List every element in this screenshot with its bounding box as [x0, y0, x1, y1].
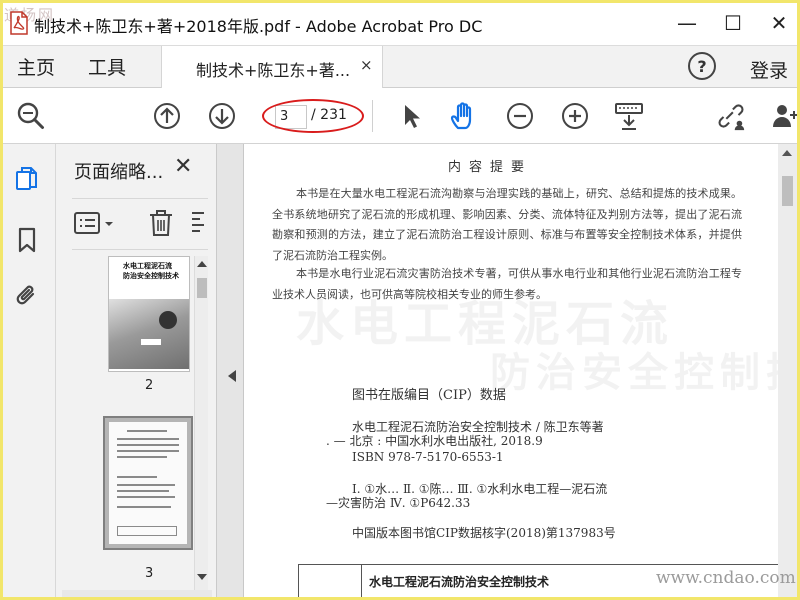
navigation-rail — [0, 144, 56, 600]
thumbnail-text-line — [117, 506, 171, 508]
thumbnail-options-icon[interactable] — [74, 211, 116, 241]
thumbnail-table — [117, 526, 177, 536]
zoom-in-icon[interactable] — [560, 101, 590, 131]
bleed-through-text: 防治安全控制技术 — [490, 349, 779, 396]
maximize-button[interactable]: ☐ — [710, 0, 756, 46]
thumbnail-cover-title: 水电工程泥石流 防治安全控制技术 — [123, 262, 179, 280]
more-tools-icon[interactable] — [190, 209, 206, 241]
sign-in-button[interactable]: 登录 — [750, 56, 788, 83]
scroll-up-icon[interactable] — [782, 150, 792, 156]
tab-tools[interactable]: 工具 — [88, 53, 126, 80]
document-view: 水电工程泥石流 防治安全控制技术 内容提要 本书是在大量水电工程泥石流沟勘察与治… — [216, 144, 800, 600]
document-tab-label: 制技术+陈卫东+著... — [196, 61, 351, 80]
delete-page-icon[interactable] — [148, 209, 174, 241]
tab-bar: 主页 工具 制技术+陈卫东+著... × ? 登录 — [0, 46, 800, 88]
thumbnail-text-line — [117, 496, 175, 498]
page-heading: 内容提要 — [448, 160, 533, 175]
help-button[interactable]: ? — [688, 52, 716, 80]
scroll-up-icon[interactable] — [197, 261, 207, 267]
cip-line: 中国版本图书馆CIP数据核字(2018)第137983号 — [352, 526, 616, 540]
previous-page-icon[interactable] — [152, 101, 182, 131]
thumbnail-text-line — [117, 484, 175, 486]
close-panel-button[interactable]: ✕ — [174, 154, 192, 179]
page-thumbnail-2[interactable]: 水电工程泥石流 防治安全控制技术 — [108, 256, 190, 372]
thumbnail-text-line — [117, 456, 167, 458]
cover-seal — [159, 311, 177, 329]
share-link-icon[interactable] — [716, 101, 746, 131]
pdf-file-icon — [9, 11, 29, 35]
page-display-icon[interactable] — [614, 101, 644, 131]
selected-page-thumbnail — [109, 422, 187, 544]
page-paragraph: 本书是水电行业泥石流灾害防治技术专著，可供从事水电行业和其他行业泥石流防治工程专… — [272, 267, 742, 301]
minimize-button[interactable]: — — [664, 0, 710, 46]
title-bar: 道扬网 制技术+陈卫东+著+2018年版.pdf - Adobe Acrobat… — [0, 0, 800, 46]
window-title: 制技术+陈卫东+著+2018年版.pdf - Adobe Acrobat Pro… — [34, 17, 483, 36]
thumbnails-panel: 页面缩略... ✕ 水电工程泥石流 防治安全控制技术 2 3 — [56, 144, 216, 600]
page-thumbnails-icon[interactable] — [13, 166, 41, 194]
annotation-oval — [262, 99, 364, 133]
thumbnail-text-line — [117, 476, 157, 478]
page-paragraph: 本书是在大量水电工程泥石流沟勘察与治理实践的基础上，研究、总结和提炼的技术成果。… — [272, 187, 742, 262]
thumbnail-text-line — [127, 430, 167, 432]
close-window-button[interactable]: ✕ — [756, 0, 800, 46]
table-book-title: 水电工程泥石流防治安全控制技术 — [369, 575, 550, 589]
thumbnail-list: 水电工程泥石流 防治安全控制技术 2 3 — [56, 256, 212, 590]
thumbnail-text-line — [117, 490, 169, 492]
cover-label — [141, 339, 161, 345]
tab-home[interactable]: 主页 — [17, 53, 55, 80]
thumbnail-page-number: 3 — [145, 566, 154, 581]
attachment-icon[interactable] — [13, 282, 41, 310]
collapse-panel-icon[interactable] — [228, 370, 236, 382]
document-scrollbar[interactable] — [778, 144, 797, 600]
close-tab-button[interactable]: × — [360, 56, 373, 74]
table-divider — [361, 565, 362, 600]
panel-title: 页面缩略... — [74, 162, 164, 183]
scrollbar-thumb[interactable] — [782, 176, 793, 206]
tab-document[interactable]: 制技术+陈卫东+著... × — [161, 46, 383, 88]
scrollbar-thumb[interactable] — [197, 278, 207, 298]
thumbnail-text-line — [117, 450, 179, 452]
add-user-icon[interactable] — [770, 101, 800, 131]
cip-line: ISBN 978-7-5170-6553-1 — [352, 450, 504, 464]
thumbnail-page-number: 2 — [145, 378, 154, 393]
zoom-out-icon[interactable] — [505, 101, 535, 131]
toolbar: 3 / 231 — [0, 88, 800, 144]
rail-selection-indicator — [0, 164, 3, 196]
scroll-down-icon[interactable] — [197, 574, 207, 580]
select-cursor-icon[interactable] — [396, 101, 426, 131]
thumbnail-cover-photo — [109, 299, 189, 369]
bookmark-icon[interactable] — [13, 226, 41, 254]
cip-line: —灾害防治 Ⅳ. ①P642.33 — [326, 496, 471, 510]
pdf-page: 水电工程泥石流 防治安全控制技术 内容提要 本书是在大量水电工程泥石流沟勘察与治… — [243, 144, 779, 600]
page-thumbnail-3[interactable] — [103, 416, 193, 550]
panel-toolbar — [72, 198, 208, 250]
site-watermark: www.cndao.com — [656, 568, 796, 588]
hand-tool-icon[interactable] — [449, 101, 479, 131]
thumbnail-horizontal-scrollbar[interactable] — [62, 590, 212, 600]
thumbnail-text-line — [117, 438, 179, 440]
cip-title: 图书在版编目（CIP）数据 — [352, 388, 506, 403]
thumbnail-scrollbar[interactable] — [194, 256, 208, 590]
thumbnail-text-line — [117, 444, 179, 446]
next-page-icon[interactable] — [207, 101, 237, 131]
toolbar-divider — [372, 100, 373, 132]
cip-line: . — 北京 : 中国水利水电出版社, 2018.9 — [326, 434, 543, 448]
search-icon[interactable] — [16, 101, 46, 131]
